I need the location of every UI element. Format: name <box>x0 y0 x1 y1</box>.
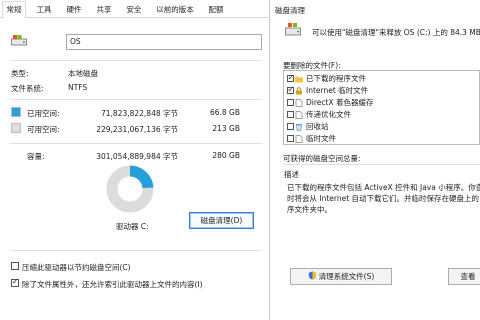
view-files-button[interactable]: 查看 <box>448 268 480 285</box>
disk-usage-donut <box>106 165 154 213</box>
recycle-bin-icon <box>295 123 303 131</box>
free-space-swatch <box>11 123 21 133</box>
tab-previous-versions[interactable]: 以前的版本 <box>150 2 200 18</box>
compress-label: 压缩此驱动器以节约磁盘空间(C) <box>22 263 131 272</box>
file-item-label[interactable]: 传递优化文件 <box>306 110 351 120</box>
used-space-label: 已用空间: <box>27 109 60 118</box>
free-space-bytes: 229,231,067,136 字节 <box>96 125 178 134</box>
file-item-checkbox[interactable] <box>287 123 294 130</box>
used-space-bytes: 71,823,822,848 字节 <box>100 109 178 118</box>
files-list[interactable]: 已下载的程序文件 Internet 临时文件 DirectX 着色器缓存传递优化文件… <box>283 70 480 145</box>
file-icon <box>295 111 303 119</box>
cleanup-system-files-button[interactable]: 清理系统文件(S) <box>290 268 392 285</box>
description-line-3: 序文件夹中。 <box>287 205 332 214</box>
tab-bar: 常规 工具 硬件 共享 安全 以前的版本 配额 <box>0 0 269 19</box>
shield-icon <box>308 270 317 285</box>
lock-icon <box>295 87 303 95</box>
file-item-label[interactable]: 回收站 <box>306 122 329 132</box>
folder-icon <box>295 75 303 83</box>
divider <box>10 60 262 61</box>
file-icon <box>295 99 303 107</box>
description-title: 描述 <box>284 170 299 179</box>
intro-text: 可以使用"磁盘清理"来释放 OS (C:) 上的 84.3 MB 磁 <box>312 28 480 37</box>
file-item-checkbox[interactable] <box>287 135 294 142</box>
file-item-label[interactable]: 临时文件 <box>306 134 336 144</box>
filesystem-label: 文件系统: <box>11 84 44 93</box>
index-checkbox[interactable] <box>11 277 19 287</box>
used-space-swatch <box>11 107 21 117</box>
tab-security[interactable]: 安全 <box>122 2 146 18</box>
dialog-title: 磁盘清理 <box>275 6 305 15</box>
volume-name-input[interactable]: OS <box>66 34 262 50</box>
total-space-label: 可获得的磁盘空间总量: <box>283 154 361 163</box>
file-item-checkbox[interactable] <box>287 99 294 106</box>
divider <box>10 99 262 100</box>
capacity-gb: 280 GB <box>212 151 240 160</box>
drive-icon <box>11 34 27 46</box>
file-item-checkbox[interactable] <box>287 111 294 118</box>
free-space-gb: 213 GB <box>212 124 240 133</box>
file-item-checkbox[interactable] <box>287 85 294 94</box>
index-label: 除了文件属性外，还允许索引此驱动器上文件的内容(I) <box>22 280 203 289</box>
file-item-label[interactable]: 已下载的程序文件 <box>306 74 366 84</box>
type-value: 本地磁盘 <box>68 69 98 78</box>
file-item-label[interactable]: Internet 临时文件 <box>306 86 368 96</box>
tab-quota[interactable]: 配额 <box>203 2 229 18</box>
disk-cleanup-button[interactable]: 磁盘清理(D) <box>189 212 254 229</box>
drive-letter-label: 驱动器 C: <box>116 222 149 231</box>
properties-dialog: 常规 工具 硬件 共享 安全 以前的版本 配额 OS 类型: 本地磁盘 文件系统… <box>0 0 270 320</box>
divider <box>10 250 262 251</box>
file-item-label[interactable]: DirectX 着色器缓存 <box>306 98 373 108</box>
tab-sharing[interactable]: 共享 <box>92 2 116 18</box>
capacity-bytes: 301,054,889,984 字节 <box>96 152 178 161</box>
file-icon <box>295 135 303 143</box>
filesystem-value: NTFS <box>68 83 88 92</box>
description-line-2: 时将会从 Internet 自动下载它们。并临时保存在硬盘上的 <box>287 194 480 203</box>
divider <box>10 143 262 144</box>
cleanup-system-files-label: 清理系统文件(S) <box>318 272 375 281</box>
file-item-checkbox[interactable] <box>287 73 294 82</box>
capacity-label: 容量: <box>27 152 45 161</box>
tab-tools[interactable]: 工具 <box>32 2 56 18</box>
tab-hardware[interactable]: 硬件 <box>62 2 86 18</box>
compress-checkbox[interactable] <box>11 262 19 270</box>
divider <box>284 164 480 165</box>
type-label: 类型: <box>11 69 29 78</box>
used-space-gb: 66.8 GB <box>209 108 240 117</box>
tab-general[interactable]: 常规 <box>2 1 26 19</box>
disk-cleanup-icon <box>285 22 301 36</box>
description-line-1: 已下载的程序文件包括 ActiveX 控件和 Java 小程序。你查 <box>287 183 480 192</box>
free-space-label: 可用空间: <box>27 125 60 134</box>
